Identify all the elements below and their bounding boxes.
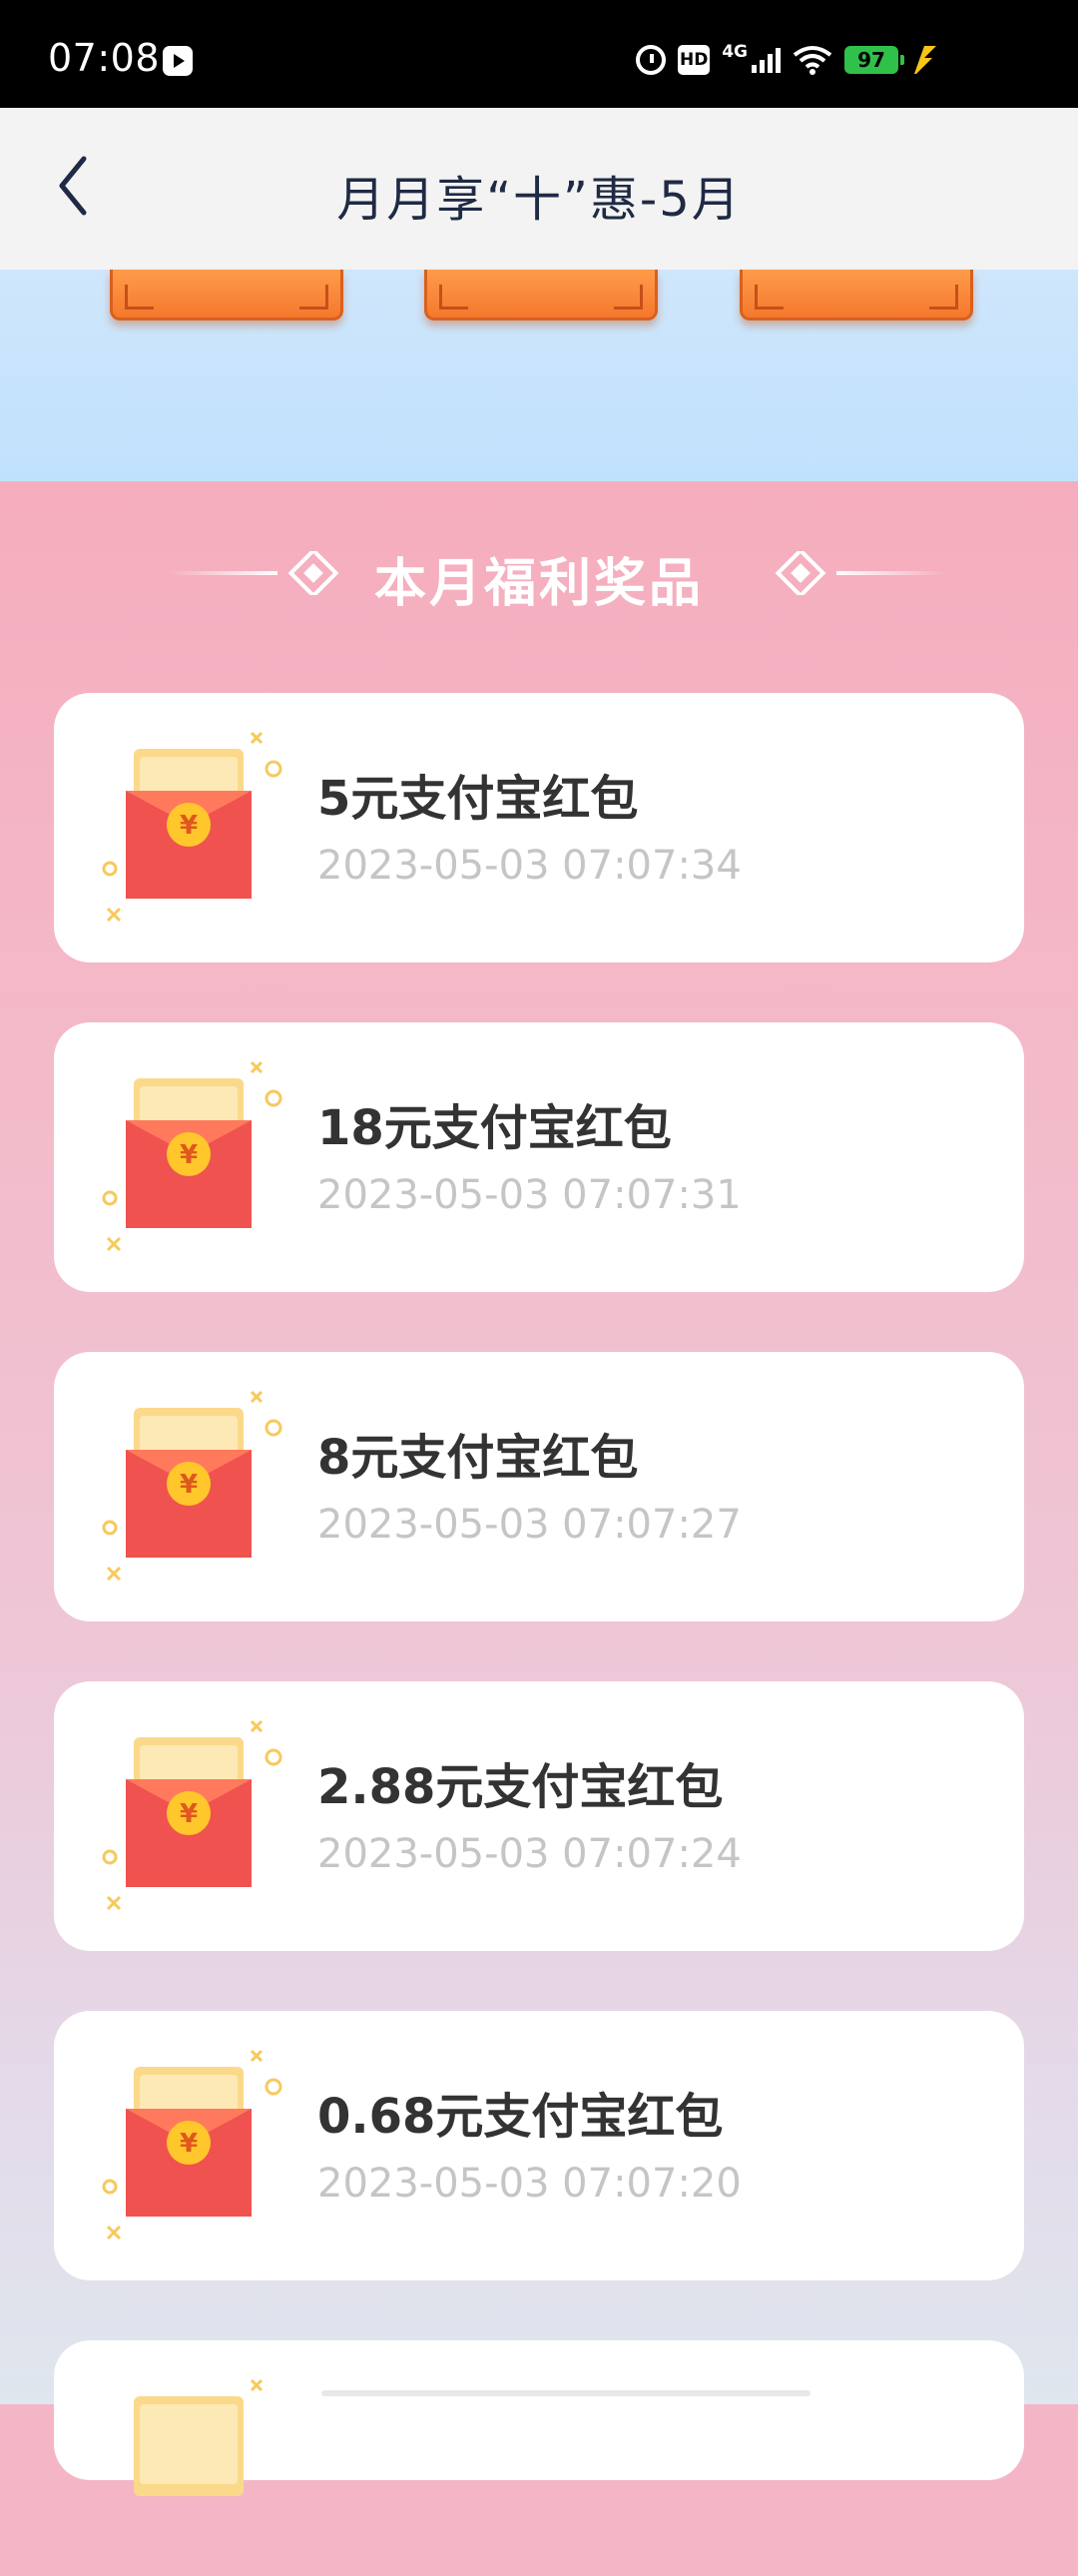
prize-section: 本月福利奖品 ¥ 5元支付宝红包 2023-05-03 07:07:34 ¥ 1… (0, 481, 1078, 2496)
prize-title: 5元支付宝红包 (317, 771, 639, 827)
status-icons: HD 4G 97 (636, 40, 938, 80)
svg-text:¥: ¥ (180, 1470, 198, 1500)
battery-icon: 97 (844, 46, 904, 74)
svg-text:¥: ¥ (180, 2129, 198, 2159)
prize-card[interactable]: ¥ 2.88元支付宝红包 2023-05-03 07:07:24 (54, 1681, 1024, 1951)
prize-card[interactable]: ¥ 8元支付宝红包 2023-05-03 07:07:27 (54, 1352, 1024, 1621)
svg-text:¥: ¥ (180, 811, 198, 841)
navigation-header: 月月享“十”惠-5月 (0, 108, 1078, 270)
status-bar: 07:08 HD 4G 97 (0, 0, 1078, 108)
red-envelope-icon: ¥ (102, 2049, 282, 2241)
prize-card[interactable]: ¥ 18元支付宝红包 2023-05-03 07:07:31 (54, 1022, 1024, 1292)
red-envelope-icon: ¥ (102, 1390, 282, 1582)
list-item-placeholder (321, 2390, 810, 2396)
prize-card[interactable]: ¥ 5元支付宝红包 2023-05-03 07:07:34 (54, 693, 1024, 963)
prize-tile[interactable] (740, 270, 973, 321)
prize-card[interactable]: ¥ 0.68元支付宝红包 2023-05-03 07:07:20 (54, 2011, 1024, 2280)
red-envelope-icon: ¥ (102, 731, 282, 923)
prize-time: 2023-05-03 07:07:27 (317, 1502, 742, 1548)
status-time: 07:08 (48, 36, 161, 80)
svg-text:¥: ¥ (180, 1799, 198, 1829)
media-play-icon (163, 46, 193, 76)
prize-title: 18元支付宝红包 (317, 1100, 672, 1156)
prize-tile[interactable] (110, 270, 343, 321)
top-banner (0, 270, 1078, 481)
prize-time: 2023-05-03 07:07:34 (317, 843, 742, 889)
prize-card[interactable] (54, 2340, 1024, 2496)
prize-title: 0.68元支付宝红包 (317, 2089, 724, 2145)
svg-text:¥: ¥ (180, 1140, 198, 1170)
prize-tile[interactable] (424, 270, 658, 321)
hd-icon: HD (678, 45, 711, 75)
prize-title: 8元支付宝红包 (317, 1430, 639, 1486)
page-title: 月月享“十”惠-5月 (336, 172, 742, 228)
red-envelope-icon: ¥ (102, 1060, 282, 1252)
network-type: 4G (722, 42, 748, 62)
red-envelope-icon (134, 2378, 264, 2496)
prize-time: 2023-05-03 07:07:20 (317, 2161, 742, 2207)
alarm-icon (636, 45, 667, 75)
diamond-decoration-icon (775, 551, 946, 595)
wifi-icon (793, 45, 832, 75)
red-envelope-icon: ¥ (102, 1719, 282, 1911)
signal-icon (752, 47, 781, 73)
prize-time: 2023-05-03 07:07:31 (317, 1172, 742, 1218)
prize-time: 2023-05-03 07:07:24 (317, 1831, 742, 1877)
charging-icon (910, 44, 938, 76)
prize-title: 2.88元支付宝红包 (317, 1759, 724, 1815)
